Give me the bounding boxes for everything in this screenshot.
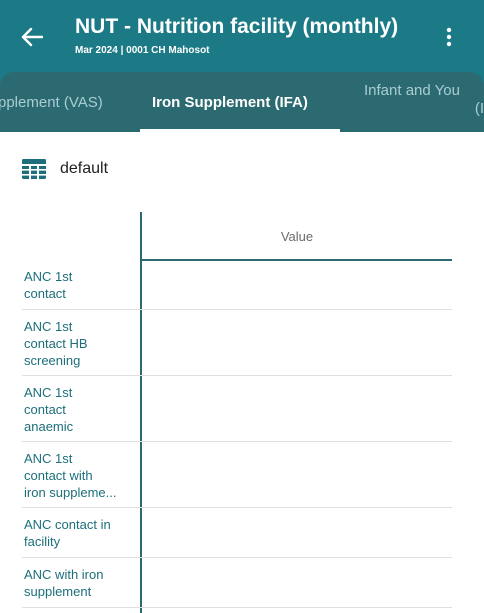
tab-bar: pplement (VAS) Iron Supplement (IFA) Inf… [0,72,484,132]
row-label-anc-1st-contact: ANC 1st contact [24,269,73,301]
row-separator [22,607,452,608]
app-bar: NUT - Nutrition facility (monthly) Mar 2… [0,0,484,72]
value-cell-anc-1st-contact-anaemic[interactable] [142,376,452,440]
tab-bar-surface: pplement (VAS) Iron Supplement (IFA) Inf… [0,72,484,132]
active-tab-indicator [140,129,340,132]
value-cell-anc-1st-contact-hb-screening[interactable] [142,310,452,374]
page-title: NUT - Nutrition facility (monthly) [75,15,399,38]
value-cell-anc-1st-contact-with-iron-supplement[interactable] [142,442,452,506]
tab-infant-young-child-feeding[interactable]: Infant and You (I [364,82,484,118]
arrow-left-icon [21,27,43,47]
section-label: default [60,160,109,177]
more-vertical-icon [446,27,452,47]
row-label-anc-1st-contact-hb-screening: ANC 1st contact HB screening [24,319,88,368]
tab-ayc-line2: (I [474,100,484,117]
back-button[interactable] [14,22,50,52]
row-label-anc-1st-contact-with-iron-supplement: ANC 1st contact with iron suppleme... [24,451,117,500]
value-cell-anc-contact-in-facility[interactable] [142,508,452,556]
row-label-anc-with-iron-supplement: ANC with iron supplement [24,567,104,599]
value-cell-anc-with-iron-supplement[interactable] [142,558,452,606]
page-subtitle: Mar 2024 | 0001 CH Mahosot [75,45,210,56]
more-options-button[interactable] [432,22,466,52]
column-header-value: Value [280,228,314,244]
tab-vitamin-a-supplement[interactable]: pplement (VAS) [0,72,103,132]
row-label-anc-1st-contact-anaemic: ANC 1st contact anaemic [24,385,74,434]
tab-ayc-line1: Infant and You [364,82,460,99]
table-icon [22,159,46,179]
row-label-anc-contact-in-facility: ANC contact in facility [24,517,111,549]
section-header: default [22,156,108,182]
tab-iron-supplement[interactable]: Iron Supplement (IFA) [152,72,308,132]
value-cell-anc-1st-contact[interactable] [142,261,452,309]
